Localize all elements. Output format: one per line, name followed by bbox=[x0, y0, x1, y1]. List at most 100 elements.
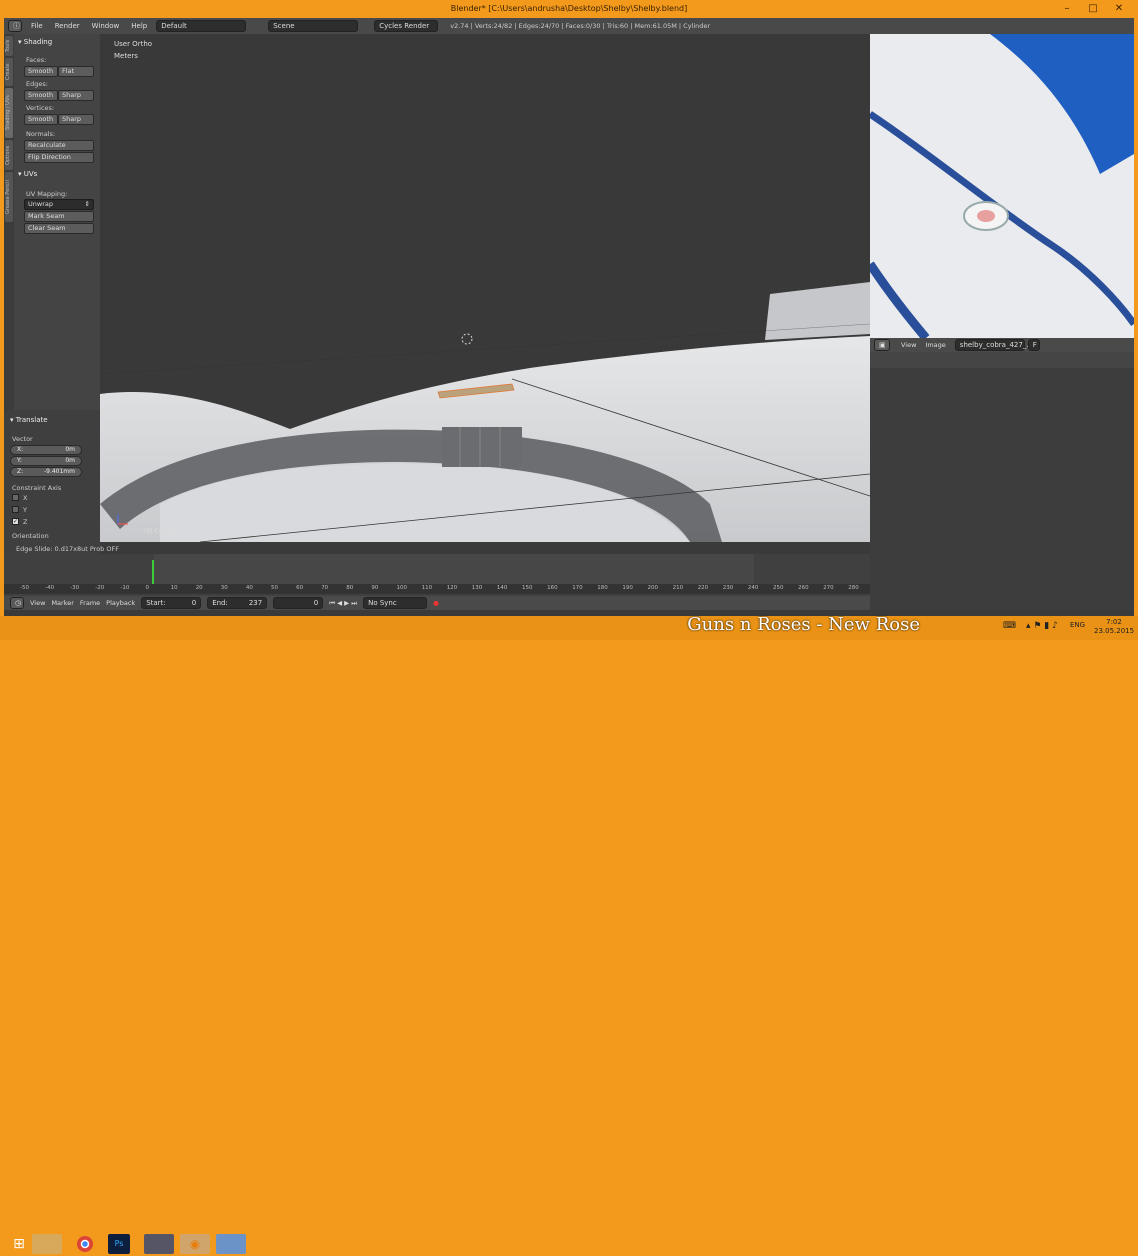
frame-tick: 70 bbox=[321, 585, 329, 591]
frame-ruler: -50 -40 -30 -20 -10 0 10 20 30 40 50 60 70 80 90 100 110… bbox=[4, 584, 870, 594]
frame-tick: 170 bbox=[572, 585, 583, 591]
scene-select[interactable]: Scene bbox=[268, 20, 359, 32]
window-title: Blender* [C:\Users\andrusha\Desktop\Shel… bbox=[450, 4, 688, 13]
car-mesh-render bbox=[100, 282, 870, 542]
record-icon[interactable]: ● bbox=[433, 599, 439, 607]
translate-panel-header[interactable]: ▾ Translate bbox=[10, 416, 48, 424]
vertices-smooth-button[interactable]: Smooth bbox=[24, 114, 58, 125]
frame-tick: 160 bbox=[547, 585, 558, 591]
image-image-menu[interactable]: Image bbox=[925, 341, 945, 349]
menu-render[interactable]: Render bbox=[52, 22, 83, 30]
image-name-field[interactable]: shelby_cobra_427_... bbox=[954, 339, 1033, 351]
units-label: Meters bbox=[114, 52, 138, 60]
playback-controls[interactable]: ⏮ ◀ ▶ ⏭ bbox=[329, 599, 357, 608]
frame-tick: 270 bbox=[823, 585, 834, 591]
recalculate-button[interactable]: Recalculate bbox=[24, 140, 94, 151]
constraint-axis-label: Constraint Axis bbox=[12, 484, 62, 492]
updown-arrows-icon: ⇕ bbox=[84, 200, 90, 208]
render-engine-select[interactable]: Cycles Render bbox=[374, 20, 439, 32]
explorer-icon[interactable] bbox=[32, 1234, 62, 1254]
layout-select[interactable]: Default bbox=[156, 20, 247, 32]
image-editor-toolbar bbox=[870, 352, 1134, 368]
menu-file[interactable]: File bbox=[28, 22, 46, 30]
mark-seam-button[interactable]: Mark Seam bbox=[24, 211, 94, 222]
constraint-x-checkbox[interactable] bbox=[12, 494, 19, 501]
frame-tick: 210 bbox=[672, 585, 684, 591]
shading-panel-header[interactable]: ▾ Shading bbox=[18, 38, 52, 46]
frame-tick: 150 bbox=[522, 585, 533, 591]
tool-tabs: Tools Create Shading / UVs Options Greas… bbox=[4, 34, 14, 414]
3d-viewport[interactable]: User Ortho Meters (0) Cylinder bbox=[100, 34, 870, 542]
tab-tools[interactable]: Tools bbox=[5, 36, 13, 56]
fake-user-button[interactable]: F bbox=[1027, 339, 1040, 351]
menu-help[interactable]: Help bbox=[128, 22, 150, 30]
vector-z-field[interactable]: Z: -9.401mm bbox=[10, 467, 82, 477]
constraint-y-checkbox[interactable] bbox=[12, 506, 19, 513]
frame-tick: 240 bbox=[747, 585, 759, 591]
timeline-frame-menu[interactable]: Frame bbox=[80, 599, 100, 607]
start-button-icon[interactable]: ⊞ bbox=[4, 1234, 34, 1254]
timeline-header: ◷ View Marker Frame Playback Start: 0 End… bbox=[4, 596, 870, 610]
frame-tick: -50 bbox=[20, 585, 29, 591]
faces-flat-button[interactable]: Flat bbox=[58, 66, 94, 77]
frame-tick: 260 bbox=[798, 585, 809, 591]
normals-label: Normals: bbox=[26, 130, 56, 138]
frame-tick: 0 bbox=[145, 585, 150, 591]
editor-type-icon[interactable]: ⓘ bbox=[8, 20, 22, 32]
menu-window[interactable]: Window bbox=[89, 22, 123, 30]
chrome-icon[interactable] bbox=[70, 1234, 100, 1254]
y-value: 0m bbox=[65, 457, 75, 464]
vertices-sharp-button[interactable]: Sharp bbox=[58, 114, 94, 125]
unwrap-label: Unwrap bbox=[28, 200, 53, 208]
frame-tick: 190 bbox=[622, 585, 633, 591]
clear-seam-button[interactable]: Clear Seam bbox=[24, 223, 94, 234]
edges-smooth-button[interactable]: Smooth bbox=[24, 90, 58, 101]
image-view-menu[interactable]: View bbox=[901, 341, 916, 349]
sync-select[interactable]: No Sync bbox=[363, 597, 428, 609]
blender-icon[interactable]: ◉ bbox=[180, 1234, 210, 1254]
timeline-view-menu[interactable]: View bbox=[30, 599, 45, 607]
uvs-panel-header[interactable]: ▾ UVs bbox=[18, 170, 37, 178]
timeline-playback-menu[interactable]: Playback bbox=[106, 599, 135, 607]
clock[interactable]: 7:02 23.05.2015 bbox=[1094, 618, 1134, 636]
start-label: Start: bbox=[146, 599, 166, 607]
unwrap-dropdown[interactable]: Unwrap ⇕ bbox=[24, 199, 94, 210]
tab-shading-uvs[interactable]: Shading / UVs bbox=[5, 88, 13, 138]
image-editor-canvas[interactable] bbox=[870, 34, 1134, 338]
tab-grease-pencil[interactable]: Grease Pencil bbox=[5, 172, 13, 222]
maximize-icon[interactable]: □ bbox=[1080, 0, 1106, 18]
frame-tick: -40 bbox=[45, 585, 55, 591]
vector-y-field[interactable]: Y: 0m bbox=[10, 456, 82, 466]
start-frame-field[interactable]: Start: 0 bbox=[141, 597, 202, 609]
edges-sharp-button[interactable]: Sharp bbox=[58, 90, 94, 101]
frame-tick: 130 bbox=[471, 585, 483, 591]
vector-x-field[interactable]: X: 0m bbox=[10, 445, 82, 455]
tab-create[interactable]: Create bbox=[5, 58, 13, 86]
constraint-z-checkbox[interactable]: ✓ bbox=[12, 518, 19, 525]
tray-icons[interactable]: ▴ ⚑ ▮ ♪ bbox=[1026, 621, 1058, 631]
media-icon[interactable] bbox=[144, 1234, 174, 1254]
image-editor-empty-area bbox=[870, 368, 1134, 610]
image-editor-type-icon[interactable]: ▣ bbox=[874, 339, 890, 351]
clock-time: 7:02 bbox=[1106, 618, 1122, 626]
current-frame-field[interactable]: 0 bbox=[273, 597, 324, 609]
language-indicator[interactable]: ENG bbox=[1070, 621, 1085, 629]
timeline-marker-menu[interactable]: Marker bbox=[51, 599, 73, 607]
tab-options[interactable]: Options bbox=[5, 140, 13, 170]
orientation-label: Orientation bbox=[12, 532, 49, 540]
frame-tick: -10 bbox=[120, 585, 130, 591]
timeline-editor-icon[interactable]: ◷ bbox=[10, 597, 24, 609]
photoshop-icon[interactable]: Ps bbox=[108, 1234, 130, 1254]
minimize-icon[interactable]: – bbox=[1054, 0, 1080, 18]
frame-tick: 250 bbox=[773, 585, 784, 591]
keyboard-icon[interactable]: ⌨ bbox=[1003, 621, 1016, 631]
flip-direction-button[interactable]: Flip Direction bbox=[24, 152, 94, 163]
frame-tick: 220 bbox=[697, 585, 709, 591]
faces-smooth-button[interactable]: Smooth bbox=[24, 66, 58, 77]
close-icon[interactable]: ✕ bbox=[1106, 0, 1132, 18]
edges-label: Edges: bbox=[26, 80, 48, 88]
end-label: End: bbox=[212, 599, 228, 607]
app-icon[interactable] bbox=[216, 1234, 246, 1254]
frame-tick: 230 bbox=[722, 585, 734, 591]
end-frame-field[interactable]: End: 237 bbox=[207, 597, 268, 609]
